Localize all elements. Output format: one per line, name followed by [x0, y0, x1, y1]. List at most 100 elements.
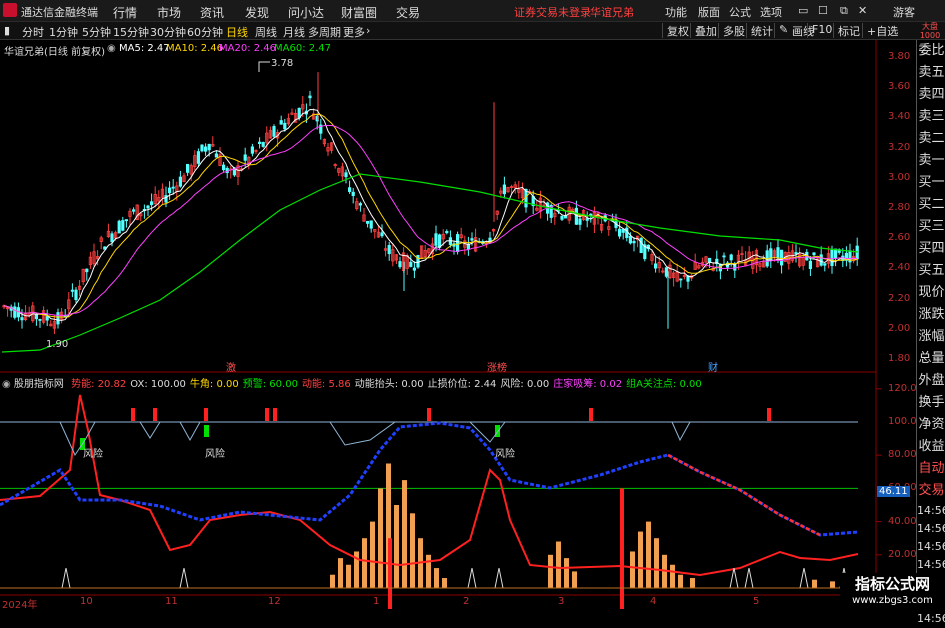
period-tab-5min[interactable]: 5分钟	[82, 24, 111, 40]
sidebar-item[interactable]: 卖五	[917, 62, 945, 84]
multi-stock-button[interactable]: 多股	[718, 23, 745, 38]
close-icon[interactable]: ✕	[858, 4, 867, 17]
watermark-url: www.zbgs3.com	[852, 595, 933, 606]
event-mark-2[interactable]: 涨榜	[487, 359, 507, 374]
sidebar-item[interactable]: 外盘	[917, 370, 945, 392]
sidebar-item[interactable]: 14:56	[917, 538, 945, 556]
date-tick: 4	[650, 596, 657, 607]
menu-market[interactable]: 行情	[113, 4, 137, 21]
menu-discover[interactable]: 发现	[245, 4, 269, 21]
candle-body	[430, 243, 435, 255]
energy-bar	[654, 538, 659, 588]
sidebar-item[interactable]: 现价	[917, 282, 945, 304]
app-logo-icon	[3, 3, 17, 17]
event-mark-1[interactable]: 激	[226, 359, 236, 374]
stats-button[interactable]: 统计	[746, 23, 773, 38]
period-tab-15min[interactable]: 15分钟	[113, 24, 149, 40]
f10-button[interactable]: F10	[807, 23, 832, 38]
candle-body	[164, 195, 168, 203]
period-tab-multi[interactable]: 多周期	[308, 24, 341, 40]
menu-markets[interactable]: 市场	[157, 4, 181, 21]
period-tab-more[interactable]: 更多	[343, 24, 365, 40]
chevron-right-icon[interactable]: ›	[366, 24, 370, 37]
candle-body	[412, 267, 417, 271]
sidebar-item[interactable]: 买三	[917, 216, 945, 238]
sidebar-item[interactable]: 自动	[917, 458, 945, 480]
sidebar-item[interactable]: 14:56	[917, 556, 945, 574]
minimize-icon[interactable]: ▭	[798, 4, 808, 17]
kline-chart[interactable]	[0, 0, 945, 609]
menu-ask[interactable]: 问小达	[288, 4, 324, 21]
sidebar-item[interactable]: 卖二	[917, 128, 945, 150]
candle-body	[636, 235, 640, 241]
sidebar-item[interactable]: 换手	[917, 392, 945, 414]
sidebar-item[interactable]: 总量	[917, 348, 945, 370]
top-marker	[767, 408, 771, 421]
menu-formula[interactable]: 公式	[729, 4, 751, 20]
sidebar-item[interactable]: 净资	[917, 414, 945, 436]
candle-body	[664, 267, 669, 277]
sidebar-item[interactable]: 卖三	[917, 106, 945, 128]
maximize-icon[interactable]: ⧉	[840, 4, 848, 18]
sidebar-item[interactable]: 卖四	[917, 84, 945, 106]
overlay-button[interactable]: 叠加	[690, 23, 717, 38]
candle-body	[293, 113, 298, 123]
period-tab-intraday[interactable]: 分时	[22, 24, 44, 40]
candle-body	[182, 175, 186, 183]
menu-options[interactable]: 选项	[760, 4, 782, 20]
indicator-name[interactable]: 股朋指标网	[14, 379, 64, 390]
mark-button[interactable]: 标记	[833, 23, 860, 38]
sidebar-item[interactable]: 买二	[917, 194, 945, 216]
candle-body	[675, 271, 679, 282]
period-tab-daily[interactable]: 日线	[226, 24, 248, 40]
event-mark-3[interactable]: 财	[708, 359, 718, 374]
indicator-value: 预警: 60.00	[242, 379, 298, 390]
menu-layout[interactable]: 版面	[698, 4, 720, 20]
period-tab-60min[interactable]: 60分钟	[187, 24, 223, 40]
sidebar-item[interactable]: 收益	[917, 436, 945, 458]
candle-body	[369, 220, 373, 229]
add-watchlist-button[interactable]: +自选	[862, 23, 898, 38]
menu-function[interactable]: 功能	[665, 4, 687, 20]
sidebar-item[interactable]: 委比	[917, 40, 945, 62]
candle-body	[607, 226, 611, 230]
sidebar-item[interactable]: 交易	[917, 480, 945, 502]
sidebar-item[interactable]: 14:56	[917, 502, 945, 520]
period-tab-1min[interactable]: 1分钟	[49, 24, 78, 40]
candle-body	[394, 254, 399, 261]
candle-body	[257, 141, 262, 144]
menu-trade[interactable]: 交易	[396, 4, 420, 21]
candle-body	[556, 209, 561, 212]
sidebar-item[interactable]: 买一	[917, 172, 945, 194]
period-tab-weekly[interactable]: 周线	[255, 24, 277, 40]
candle-body	[754, 250, 759, 266]
restore-icon[interactable]: ☐	[818, 4, 828, 17]
period-tab-30min[interactable]: 30分钟	[150, 24, 186, 40]
sidebar-item[interactable]: 卖一	[917, 150, 945, 172]
draw-icon[interactable]: ✎	[774, 23, 788, 38]
candle-body	[265, 132, 269, 144]
price-tick: 2.00	[888, 322, 911, 334]
menu-community[interactable]: 财富圈	[341, 4, 377, 21]
candle-body	[99, 237, 103, 243]
sidebar-item[interactable]: 买五	[917, 260, 945, 282]
candle-body	[225, 167, 229, 174]
ma-toggle-icon[interactable]: ◉	[107, 43, 116, 54]
candle-body	[376, 231, 381, 238]
adjust-button[interactable]: 复权	[662, 23, 689, 38]
candle-body	[520, 188, 525, 199]
sidebar-item[interactable]: 14:56	[917, 520, 945, 538]
price-tick: 2.60	[888, 232, 911, 244]
indicator-toggle-icon[interactable]: ◉	[2, 379, 11, 390]
sidebar-item[interactable]: 买四	[917, 238, 945, 260]
candle-body	[106, 230, 110, 238]
index-corner: 大盘 1000	[919, 22, 941, 40]
login-warning[interactable]: 证券交易未登录	[514, 4, 591, 20]
period-tab-monthly[interactable]: 月线	[283, 24, 305, 40]
sidebar-item[interactable]: 14:56	[917, 610, 945, 628]
menu-news[interactable]: 资讯	[200, 4, 224, 21]
sidebar-item[interactable]: 涨幅	[917, 326, 945, 348]
sidebar-item[interactable]: 涨跌	[917, 304, 945, 326]
user-label[interactable]: 游客	[893, 4, 915, 20]
candle-body	[582, 210, 586, 220]
